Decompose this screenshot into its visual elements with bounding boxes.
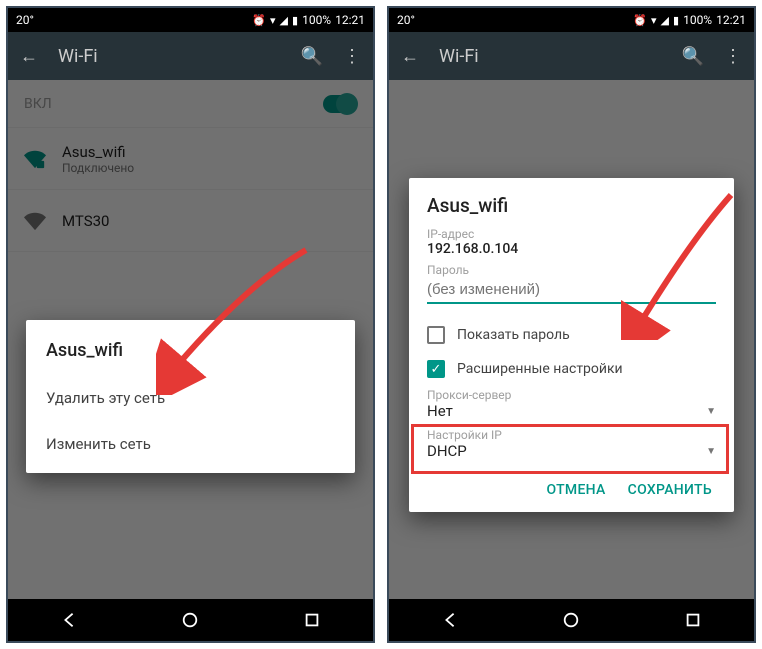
wifi-status-icon: ▾: [651, 14, 657, 27]
advanced-label: Расширенные настройки: [457, 361, 623, 377]
content-area: Asus_wifi IP-адрес 192.168.0.104 Пароль …: [389, 80, 754, 599]
nav-recent-icon[interactable]: [302, 610, 322, 630]
page-title: Wi-Fi: [58, 46, 98, 67]
dialog-actions: ОТМЕНА СОХРАНИТЬ: [427, 468, 716, 502]
nav-home-icon[interactable]: [561, 610, 581, 630]
nav-home-icon[interactable]: [180, 610, 200, 630]
menu-item-modify[interactable]: Изменить сеть: [26, 421, 355, 467]
wifi-status-icon: ▾: [270, 14, 276, 27]
clock: 12:21: [335, 13, 365, 27]
proxy-label: Прокси-сервер: [427, 388, 716, 402]
ip-address-label: IP-адрес: [427, 227, 716, 241]
content-area: ВКЛ Asus_wifi Подключено MTS30 Asus_wifi…: [8, 80, 373, 599]
app-bar: ← Wi-Fi 🔍 ⋮: [389, 32, 754, 80]
temperature: 20°: [397, 13, 415, 27]
status-bar: 20° ⏰ ▾ ◢ ▮ 100% 12:21: [8, 8, 373, 32]
proxy-dropdown[interactable]: Прокси-сервер Нет ▼: [427, 388, 716, 420]
show-password-label: Показать пароль: [457, 327, 570, 343]
battery-pct: 100%: [302, 13, 331, 27]
checkbox-checked-icon[interactable]: ✓: [427, 360, 445, 378]
chevron-down-icon: ▼: [706, 446, 716, 457]
overflow-icon[interactable]: ⋮: [343, 46, 361, 67]
edit-network-dialog: Asus_wifi IP-адрес 192.168.0.104 Пароль …: [409, 178, 734, 512]
back-icon[interactable]: ←: [20, 46, 38, 67]
ip-settings-value: DHCP: [427, 442, 467, 460]
signal-icon: ◢: [661, 14, 669, 27]
nav-back-icon[interactable]: [440, 610, 460, 630]
dialog-title: Asus_wifi: [427, 194, 716, 217]
ip-address-value: 192.168.0.104: [427, 241, 716, 257]
password-input[interactable]: [427, 277, 716, 304]
phone-left: 20° ⏰ ▾ ◢ ▮ 100% 12:21 ← Wi-Fi 🔍 ⋮ ВКЛ A…: [6, 6, 375, 643]
save-button[interactable]: СОХРАНИТЬ: [628, 482, 712, 498]
menu-item-forget[interactable]: Удалить эту сеть: [26, 375, 355, 421]
ip-settings-dropdown[interactable]: Настройки IP DHCP ▼: [427, 424, 716, 464]
cancel-button[interactable]: ОТМЕНА: [546, 482, 605, 498]
clock: 12:21: [716, 13, 746, 27]
overflow-icon[interactable]: ⋮: [724, 46, 742, 67]
status-bar: 20° ⏰ ▾ ◢ ▮ 100% 12:21: [389, 8, 754, 32]
proxy-value: Нет: [427, 402, 453, 420]
app-bar: ← Wi-Fi 🔍 ⋮: [8, 32, 373, 80]
ip-settings-label: Настройки IP: [427, 428, 716, 442]
chevron-down-icon: ▼: [706, 406, 716, 417]
battery-icon: ▮: [292, 14, 298, 27]
signal-icon: ◢: [280, 14, 288, 27]
context-menu-dialog: Asus_wifi Удалить эту сеть Изменить сеть: [26, 320, 355, 473]
back-icon[interactable]: ←: [401, 46, 419, 67]
alarm-icon: ⏰: [633, 14, 647, 27]
nav-bar: [8, 599, 373, 641]
status-icons: ⏰ ▾ ◢ ▮ 100% 12:21: [252, 13, 365, 27]
alarm-icon: ⏰: [252, 14, 266, 27]
status-icons: ⏰ ▾ ◢ ▮ 100% 12:21: [633, 13, 746, 27]
search-icon[interactable]: 🔍: [682, 46, 704, 67]
battery-pct: 100%: [683, 13, 712, 27]
search-icon[interactable]: 🔍: [301, 46, 323, 67]
temperature: 20°: [16, 13, 34, 27]
show-password-row[interactable]: Показать пароль: [427, 318, 716, 352]
nav-recent-icon[interactable]: [683, 610, 703, 630]
nav-bar: [389, 599, 754, 641]
battery-icon: ▮: [673, 14, 679, 27]
phone-right: 20° ⏰ ▾ ◢ ▮ 100% 12:21 ← Wi-Fi 🔍 ⋮ Asus_…: [387, 6, 756, 643]
nav-back-icon[interactable]: [59, 610, 79, 630]
checkbox-unchecked-icon[interactable]: [427, 326, 445, 344]
password-label: Пароль: [427, 263, 716, 277]
page-title: Wi-Fi: [439, 46, 479, 67]
dialog-title: Asus_wifi: [26, 334, 355, 375]
advanced-row[interactable]: ✓ Расширенные настройки: [427, 352, 716, 386]
